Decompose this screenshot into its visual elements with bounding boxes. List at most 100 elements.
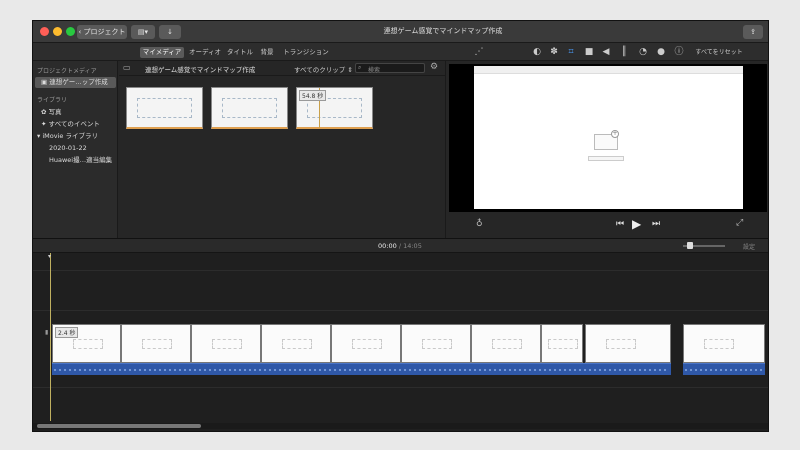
timeline-clip[interactable] xyxy=(121,324,191,363)
magic-wand-icon[interactable]: ⋰ xyxy=(473,46,485,58)
timeline-clip[interactable] xyxy=(471,324,541,363)
equalizer-icon[interactable]: ║ xyxy=(618,46,630,58)
media-browser: ▭ 連想ゲーム感覚でマインドマップ作成 すべてのクリップ ⇕ ⌕ 検索 ⚙ 54… xyxy=(119,61,445,238)
clip-content xyxy=(212,339,242,349)
sidebar-item-project[interactable]: ▣ 連想ゲー…ップ作成 xyxy=(35,77,116,88)
clip-content xyxy=(422,339,452,349)
tab-my-media[interactable]: マイメディア xyxy=(140,47,184,58)
color-balance-icon[interactable]: ◐ xyxy=(531,46,543,58)
fullscreen-icon[interactable]: ⤢ xyxy=(736,218,743,228)
media-view-button[interactable]: ▤▾ xyxy=(131,25,155,39)
sidebar-item-event-date[interactable]: 2020-01-22 xyxy=(35,143,116,154)
audio-track[interactable] xyxy=(52,363,671,375)
clip-content xyxy=(282,339,312,349)
sidebar-item-project-label: 連想ゲー…ップ作成 xyxy=(49,78,108,86)
tab-titles[interactable]: タイトル xyxy=(225,47,255,58)
timeline-settings-button[interactable]: 設定 xyxy=(743,242,755,251)
tab-audio[interactable]: オーディオ xyxy=(188,47,222,58)
timecode: 00:00 / 14:05 xyxy=(378,242,422,250)
mindmap-label xyxy=(588,156,624,161)
clip-content xyxy=(704,339,734,349)
horizontal-scrollbar-thumb[interactable] xyxy=(37,424,201,428)
film-grid-icon: ▤▾ xyxy=(137,28,149,36)
info-icon[interactable]: ⓘ xyxy=(673,46,685,58)
speed-icon[interactable]: ◔ xyxy=(637,46,649,58)
clip-edge-handle-icon[interactable]: ▮ xyxy=(45,329,51,339)
clip-content xyxy=(492,339,522,349)
share-button[interactable]: ⇪ xyxy=(743,25,763,39)
clip-content xyxy=(548,339,578,349)
timeline-clip[interactable]: 2.4 秒 xyxy=(52,324,121,363)
skip-back-icon[interactable]: ⏮ xyxy=(616,219,624,229)
imovie-window: ‹ プロジェクト ▤▾ ↓ 連想ゲーム感覚でマインドマップ作成 ⇪ マイメディア… xyxy=(32,20,769,432)
clip-filter-value: すべてのクリップ xyxy=(294,66,346,74)
preview-frame: + xyxy=(474,66,743,209)
timeline-clip[interactable] xyxy=(541,324,583,363)
color-palette-icon[interactable]: ✽ xyxy=(548,46,560,58)
sidebar-item-event-huawei[interactable]: Huawei撮…適当編集 xyxy=(35,155,116,166)
tab-transitions[interactable]: トランジション xyxy=(283,47,329,58)
volume-icon[interactable]: ◀ xyxy=(600,46,612,58)
preview-app-bar xyxy=(474,66,743,74)
timeline-clip[interactable] xyxy=(261,324,331,363)
media-thumb-2[interactable] xyxy=(211,87,288,129)
disclosure-triangle-icon: ▾ xyxy=(37,132,41,140)
download-arrow-icon: ↓ xyxy=(167,28,173,36)
thumb-content xyxy=(222,98,277,118)
grid-line xyxy=(33,387,768,388)
browser-header: ▭ 連想ゲーム感覚でマインドマップ作成 すべてのクリップ ⇕ ⌕ 検索 ⚙ xyxy=(119,61,445,76)
crop-icon[interactable]: ⌗ xyxy=(565,46,577,58)
filter-icon[interactable]: ● xyxy=(655,46,667,58)
window-title: 連想ゲーム感覚でマインドマップ作成 xyxy=(383,27,503,35)
star-icon: ✦ xyxy=(41,120,47,128)
audio-track[interactable] xyxy=(683,363,765,375)
sidebar-item-photos-label: 写真 xyxy=(48,108,62,116)
clip-content xyxy=(142,339,172,349)
sidebar-item-all-events-label: すべてのイベント xyxy=(48,120,100,128)
minimize-window-button[interactable] xyxy=(53,27,62,36)
import-button[interactable]: ↓ xyxy=(159,25,181,39)
reset-all-button[interactable]: すべてをリセット xyxy=(693,47,745,58)
clip-filter-dropdown[interactable]: すべてのクリップ ⇕ xyxy=(294,64,353,74)
media-thumb-1[interactable] xyxy=(126,87,203,129)
thumb-content xyxy=(137,98,192,118)
plus-circle-icon: + xyxy=(611,130,619,138)
close-window-button[interactable] xyxy=(40,27,49,36)
back-label: プロジェクト xyxy=(83,28,126,36)
sidebar-item-library[interactable]: ▾ iMovie ライブラリ xyxy=(35,131,116,142)
timeline-clip[interactable] xyxy=(331,324,401,363)
sidebar-toggle-icon[interactable]: ▭ xyxy=(123,63,131,72)
microphone-icon[interactable]: ♁ xyxy=(476,219,483,229)
search-placeholder: 検索 xyxy=(368,67,381,74)
zoom-slider-knob[interactable] xyxy=(687,242,693,249)
timeline-clip[interactable] xyxy=(585,324,671,363)
play-button[interactable]: ▶ xyxy=(632,217,641,231)
library-sidebar: プロジェクトメディア ▣ 連想ゲー…ップ作成 ライブラリ ✿ 写真 ✦ すべての… xyxy=(33,61,118,238)
timeline-clip[interactable] xyxy=(683,324,765,363)
sidebar-item-all-events[interactable]: ✦ すべてのイベント xyxy=(35,119,116,130)
chevron-updown-icon: ⇕ xyxy=(347,66,353,74)
camera-icon[interactable]: ■ xyxy=(583,46,595,58)
timeline-clip[interactable] xyxy=(401,324,471,363)
grid-line xyxy=(33,270,768,271)
title-bar: ‹ プロジェクト ▤▾ ↓ 連想ゲーム感覚でマインドマップ作成 ⇪ xyxy=(33,21,768,43)
back-to-projects-button[interactable]: ‹ プロジェクト xyxy=(77,25,127,39)
time-separator: / xyxy=(398,242,402,250)
settings-gear-icon[interactable]: ⚙ xyxy=(430,62,438,72)
media-thumb-3[interactable]: 54.8 秒 xyxy=(296,87,373,129)
clip-content xyxy=(352,339,382,349)
project-media-heading: プロジェクトメディア xyxy=(37,68,97,75)
sidebar-item-photos[interactable]: ✿ 写真 xyxy=(35,107,116,118)
skip-forward-icon[interactable]: ⏭ xyxy=(652,219,660,229)
clip-duration-badge: 2.4 秒 xyxy=(55,327,79,338)
tab-backgrounds[interactable]: 背景 xyxy=(258,47,276,58)
film-icon: ▣ xyxy=(41,78,48,86)
clip-content xyxy=(73,339,103,349)
main-toolbar: マイメディア オーディオ タイトル 背景 トランジション ⋰ ◐ ✽ ⌗ ■ ◀… xyxy=(33,43,768,61)
timeline: 00:00 / 14:05 設定 ▾ 2.4 秒 ◇ ▮ xyxy=(33,238,768,431)
zoom-window-button[interactable] xyxy=(66,27,75,36)
playhead-marker-icon: ▾ xyxy=(48,253,52,260)
search-field[interactable]: ⌕ 検索 xyxy=(355,63,425,74)
timeline-clip[interactable] xyxy=(191,324,261,363)
grid-line xyxy=(33,310,768,311)
